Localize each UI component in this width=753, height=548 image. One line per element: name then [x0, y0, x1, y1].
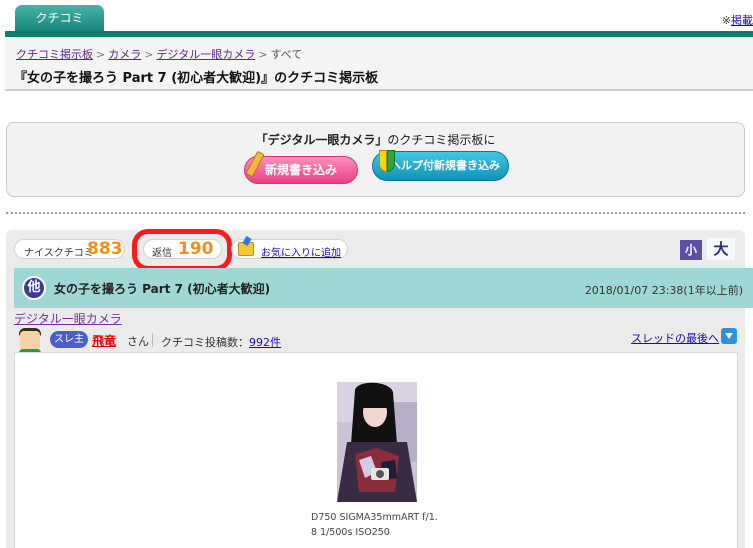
- pencil-icon: [245, 150, 265, 178]
- dotted-divider: [6, 212, 745, 214]
- post-box-suffix: のクチコミ掲示板に: [387, 133, 496, 147]
- new-post-box: 「デジタル一眼カメラ」のクチコミ掲示板に 新規書き込み ヘルプ付新規書き込み: [6, 122, 745, 197]
- divider: [152, 333, 153, 347]
- beginner-mark-icon: [379, 150, 395, 174]
- category-badge: 他: [22, 276, 46, 300]
- nice-count: 883: [87, 239, 123, 259]
- favorite-folder-icon: [238, 242, 254, 256]
- breadcrumb-current: すべて: [270, 48, 303, 61]
- post-count-link[interactable]: 992件: [249, 336, 281, 349]
- nice-label: ナイスクチコミ: [24, 248, 94, 259]
- thread-category-link[interactable]: デジタル一眼カメラ: [14, 310, 122, 327]
- text-size-large-button[interactable]: 大: [707, 238, 735, 260]
- thread-title: 女の子を撮ろう Part 7 (初心者大歓迎): [54, 282, 271, 296]
- thread-header: 他 女の子を撮ろう Part 7 (初心者大歓迎) 2018/01/07 23:…: [14, 268, 753, 308]
- top-note-link[interactable]: 掲載: [731, 14, 753, 27]
- post-count: クチコミ投稿数：992件: [161, 334, 281, 350]
- breadcrumb-separator: >: [144, 48, 154, 61]
- arrow-down-icon[interactable]: [720, 327, 738, 345]
- page-header: クチコミ掲示板 > カメラ > デジタル一眼カメラ > すべて 『女の子を撮ろう Part …: [5, 37, 753, 91]
- top-note: ※掲載: [722, 12, 753, 28]
- text-size-small-button[interactable]: 小: [680, 240, 702, 260]
- post-photo[interactable]: [337, 382, 417, 502]
- thread-owner-badge: スレ主: [50, 331, 88, 348]
- breadcrumb-item-board[interactable]: クチコミ掲示板: [16, 48, 93, 61]
- red-highlight-circle: [132, 229, 232, 271]
- page-title: 『女の子を撮ろう Part 7 (初心者大歓迎)』のクチコミ掲示板: [14, 71, 379, 86]
- breadcrumb-item-camera[interactable]: カメラ: [108, 48, 141, 61]
- thread-date: 2018/01/07 23:38(1年以上前): [584, 284, 743, 297]
- add-favorite-label: お気に入りに追加: [261, 248, 341, 259]
- photo-caption-line2: 8 1/500s ISO250: [311, 527, 390, 538]
- breadcrumb-separator: >: [96, 48, 106, 61]
- help-post-button-label: ヘルプ付新規書き込み: [390, 159, 500, 172]
- breadcrumb: クチコミ掲示板 > カメラ > デジタル一眼カメラ > すべて: [16, 46, 302, 62]
- tab-kuchikomi[interactable]: クチコミ: [15, 5, 104, 32]
- post-content: D750 SIGMA35mmART f/1. 8 1/500s ISO250: [14, 352, 738, 548]
- nice-count-pill: ナイスクチコミ 883: [14, 239, 125, 259]
- top-tab-bar: クチコミ ※掲載: [0, 0, 753, 37]
- post-box-category: 「デジタル一眼カメラ」: [255, 133, 388, 147]
- username[interactable]: 飛竜: [92, 332, 116, 349]
- breadcrumb-item-dslr[interactable]: デジタル一眼カメラ: [156, 48, 255, 61]
- top-note-mark: ※: [721, 14, 731, 27]
- new-post-button[interactable]: 新規書き込み: [244, 150, 358, 184]
- new-post-button-label: 新規書き込み: [264, 163, 337, 177]
- photo-caption: D750 SIGMA35mmART f/1. 8 1/500s ISO250: [311, 510, 451, 540]
- post-count-label: クチコミ投稿数：: [161, 336, 249, 349]
- photo-image: [337, 382, 417, 502]
- photo-caption-line1: D750 SIGMA35mmART f/1.: [311, 512, 438, 523]
- add-favorite-button[interactable]: お気に入りに追加: [231, 239, 348, 259]
- breadcrumb-separator: >: [258, 48, 268, 61]
- post-box-text: 「デジタル一眼カメラ」のクチコミ掲示板に: [7, 131, 744, 148]
- jump-to-last-link[interactable]: スレッドの最後へ: [631, 330, 719, 346]
- username-suffix: さん: [127, 335, 149, 348]
- help-post-button[interactable]: ヘルプ付新規書き込み: [372, 150, 509, 181]
